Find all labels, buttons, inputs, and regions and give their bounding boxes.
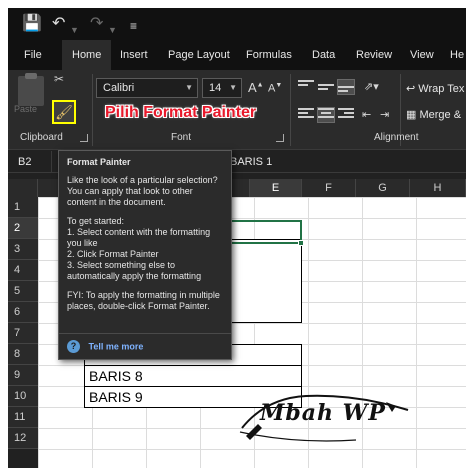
formula-input[interactable]: BARIS 1: [230, 151, 272, 173]
tooltip-step: 2. Click Format Painter: [67, 249, 159, 259]
row-header[interactable]: 5: [8, 281, 38, 302]
redo-dropdown-icon[interactable]: ▼: [108, 20, 117, 40]
align-right-icon[interactable]: [338, 108, 354, 122]
tell-me-more-link[interactable]: Tell me more: [89, 342, 144, 352]
row-header[interactable]: 8: [8, 344, 38, 365]
align-bottom-icon[interactable]: [337, 79, 355, 95]
row-header[interactable]: 11: [8, 407, 38, 428]
merge-center-button[interactable]: ▦ Merge &: [406, 108, 461, 121]
tooltip-get-started: To get started:: [67, 216, 125, 226]
align-left-icon[interactable]: [298, 108, 314, 122]
undo-icon[interactable]: ↶: [52, 14, 65, 34]
row-header[interactable]: 7: [8, 323, 38, 344]
row-header[interactable]: 10: [8, 386, 38, 407]
decrease-font-icon[interactable]: A▼: [268, 82, 282, 95]
row-header[interactable]: 4: [8, 260, 38, 281]
tab-help[interactable]: He: [450, 40, 464, 70]
alignment-group-label: Alignment: [374, 132, 419, 143]
tab-home[interactable]: Home: [62, 40, 112, 70]
title-bar: 💾 ↶ ▼ ↷ ▼ ≡: [8, 8, 466, 40]
column-header-h[interactable]: H: [410, 179, 466, 197]
help-icon: ?: [67, 340, 80, 353]
merge-label: Merge &: [419, 109, 462, 121]
annotation-label: Pilih Format Painter: [105, 104, 257, 121]
font-launcher-icon[interactable]: [276, 134, 284, 142]
align-middle-icon[interactable]: [318, 80, 334, 94]
font-size-select[interactable]: 14 ▼: [202, 78, 242, 98]
align-center-icon[interactable]: [317, 107, 335, 123]
column-header-g[interactable]: G: [356, 179, 410, 197]
fill-handle[interactable]: [298, 240, 304, 246]
watermark-text: Mbah WP: [260, 400, 386, 426]
cell-b8[interactable]: BARIS 8: [84, 365, 302, 387]
wrap-text-button[interactable]: ↩ Wrap Tex: [406, 82, 464, 95]
font-name-select[interactable]: Calibri ▼: [96, 78, 198, 98]
ribbon-home: Paste ✂ 🖌 Clipboard Calibri ▼ 14 ▼ A▲ A▼…: [8, 70, 466, 150]
font-name-value: Calibri: [103, 82, 135, 94]
font-size-value: 14: [209, 82, 222, 94]
paste-label[interactable]: Paste: [14, 104, 37, 114]
save-icon[interactable]: 💾: [22, 14, 42, 34]
paintbrush-icon: 🖌: [55, 104, 73, 120]
tab-insert[interactable]: Insert: [120, 40, 148, 70]
group-divider: [290, 74, 291, 146]
increase-font-icon[interactable]: A▲: [248, 80, 264, 95]
tooltip-step: 3. Select something else to automaticall…: [67, 260, 202, 281]
merge-icon: ▦: [406, 109, 417, 121]
tab-review[interactable]: Review: [356, 40, 392, 70]
font-group-label: Font: [171, 132, 192, 143]
tab-view[interactable]: View: [410, 40, 434, 70]
align-top-icon[interactable]: [298, 80, 314, 94]
tab-formulas[interactable]: Formulas: [246, 40, 292, 70]
name-box[interactable]: B2: [8, 151, 52, 173]
tab-page-layout[interactable]: Page Layout: [168, 40, 230, 70]
format-painter-tooltip: Format Painter Like the look of a partic…: [58, 150, 232, 360]
tooltip-description: Like the look of a particular selection?…: [67, 175, 218, 207]
row-header[interactable]: 2: [8, 218, 38, 239]
row-header[interactable]: 12: [8, 428, 38, 449]
decrease-indent-icon[interactable]: ⇤: [362, 108, 371, 121]
wrap-text-icon: ↩: [406, 83, 416, 95]
tooltip-fyi: FYI: To apply the formatting in multiple…: [67, 290, 220, 311]
clipboard-group-label: Clipboard: [20, 132, 63, 143]
row-header[interactable]: 1: [8, 197, 38, 218]
tooltip-footer: ? Tell me more: [59, 333, 231, 359]
watermark: Mbah WP: [236, 388, 416, 448]
group-divider: [92, 74, 93, 146]
column-header-f[interactable]: F: [302, 179, 356, 197]
column-header-e[interactable]: E: [250, 179, 302, 197]
row-header[interactable]: 6: [8, 302, 38, 323]
row-header[interactable]: 9: [8, 365, 38, 386]
wrap-text-label: Wrap Tex: [418, 83, 465, 95]
paste-clip-icon: [25, 73, 37, 79]
select-all-corner[interactable]: [8, 179, 38, 197]
orientation-icon[interactable]: ⇗▾: [364, 80, 379, 93]
paste-icon[interactable]: [18, 76, 44, 106]
clipboard-launcher-icon[interactable]: [80, 134, 88, 142]
chevron-down-icon: ▼: [185, 83, 193, 92]
excel-window: 💾 ↶ ▼ ↷ ▼ ≡ File Home Insert Page Layout…: [8, 8, 466, 468]
ribbon-tabs: File Home Insert Page Layout Formulas Da…: [8, 40, 466, 70]
cut-icon[interactable]: ✂: [54, 72, 64, 86]
tooltip-step: 1. Select content with the formatting yo…: [67, 227, 211, 248]
tab-data[interactable]: Data: [312, 40, 335, 70]
redo-icon[interactable]: ↷: [90, 14, 103, 34]
undo-dropdown-icon[interactable]: ▼: [70, 20, 79, 40]
tooltip-title: Format Painter: [67, 157, 131, 167]
customize-qat-icon[interactable]: ≡: [130, 16, 137, 36]
format-painter-button[interactable]: 🖌: [52, 100, 76, 124]
increase-indent-icon[interactable]: ⇥: [380, 108, 389, 121]
tab-file[interactable]: File: [24, 40, 42, 70]
row-header[interactable]: 3: [8, 239, 38, 260]
chevron-down-icon: ▼: [229, 83, 237, 92]
